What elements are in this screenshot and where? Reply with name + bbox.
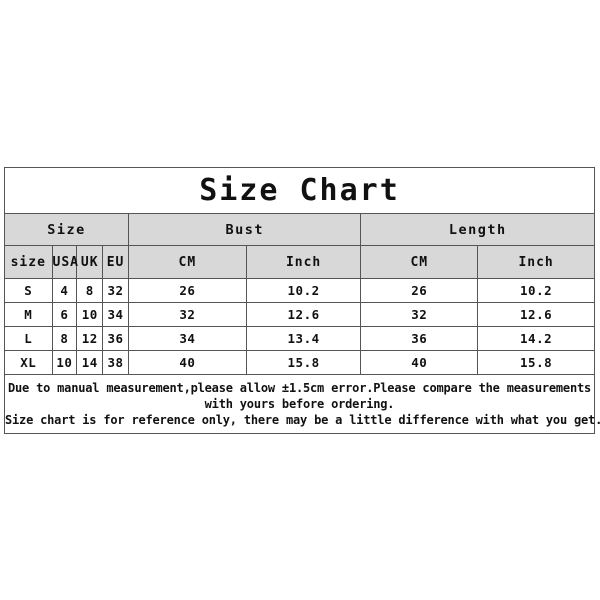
column-header-bust-cm: CM [127,245,247,279]
cell-eu: 32 [102,278,129,303]
cell-usa: 8 [51,326,78,351]
cell-length-cm: 36 [360,326,479,351]
disclaimer-note: Due to manual measurement,please allow ±… [4,374,600,434]
column-header-bust-inch: Inch [245,245,362,279]
column-header-length-cm: CM [360,245,479,279]
group-header-size: Size [4,213,129,246]
page-title: Size Chart [4,167,595,214]
column-header-length-inch: Inch [477,245,595,279]
cell-length-inch: 15.8 [477,350,595,375]
cell-size: S [4,278,53,303]
note-line-3: Size chart is for reference only, there … [5,413,600,428]
cell-eu: 36 [102,326,129,351]
cell-eu: 38 [102,350,129,375]
cell-bust-inch: 10.2 [245,278,362,303]
group-header-bust: Bust [127,213,362,246]
title-row: Size Chart [4,167,595,214]
table-row: L 8 12 36 34 13.4 36 14.2 [4,326,595,351]
cell-length-inch: 14.2 [477,326,595,351]
cell-bust-cm: 26 [127,278,247,303]
table-row: XL 10 14 38 40 15.8 40 15.8 [4,350,595,375]
column-header-row: size USA UK EU CM Inch CM Inch [4,245,595,279]
cell-bust-cm: 34 [127,326,247,351]
cell-uk: 10 [76,302,104,327]
table-row: S 4 8 32 26 10.2 26 10.2 [4,278,595,303]
table-row: M 6 10 34 32 12.6 32 12.6 [4,302,595,327]
cell-bust-inch: 12.6 [245,302,362,327]
size-chart-container: Size Chart Size Bust Length size USA UK … [4,167,600,434]
cell-uk: 14 [76,350,104,375]
cell-size: M [4,302,53,327]
cell-bust-inch: 13.4 [245,326,362,351]
column-header-eu: EU [102,245,129,279]
cell-uk: 8 [76,278,104,303]
column-header-usa: USA [51,245,78,279]
cell-size: XL [4,350,53,375]
cell-uk: 12 [76,326,104,351]
note-row: Due to manual measurement,please allow ±… [4,374,600,434]
column-header-uk: UK [76,245,104,279]
cell-bust-cm: 32 [127,302,247,327]
cell-length-cm: 32 [360,302,479,327]
cell-eu: 34 [102,302,129,327]
cell-length-cm: 40 [360,350,479,375]
cell-usa: 10 [51,350,78,375]
size-chart-page: Size Chart Size Bust Length size USA UK … [0,0,600,600]
cell-bust-cm: 40 [127,350,247,375]
cell-usa: 6 [51,302,78,327]
cell-usa: 4 [51,278,78,303]
cell-length-inch: 10.2 [477,278,595,303]
cell-size: L [4,326,53,351]
group-header-length: Length [360,213,595,246]
size-chart-table: Size Chart Size Bust Length size USA UK … [4,167,600,434]
cell-bust-inch: 15.8 [245,350,362,375]
note-line-2: with yours before ordering. [204,396,395,411]
note-line-1: Due to manual measurement,please allow ±… [7,380,592,395]
cell-length-inch: 12.6 [477,302,595,327]
group-header-row: Size Bust Length [4,213,595,246]
cell-length-cm: 26 [360,278,479,303]
column-header-size: size [4,245,53,279]
